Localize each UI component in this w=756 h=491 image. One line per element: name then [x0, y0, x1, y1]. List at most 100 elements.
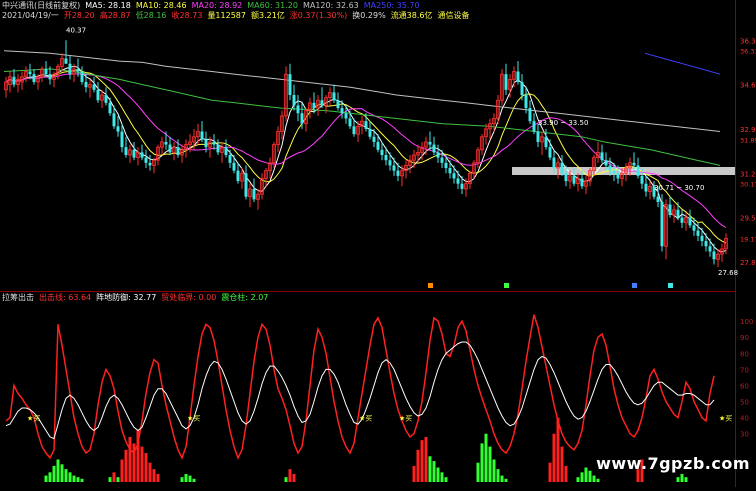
candle-body — [704, 241, 708, 247]
buy-signal-label: ★买 — [359, 415, 372, 423]
green-bar — [496, 469, 500, 482]
candle-body — [80, 71, 84, 82]
candle-body — [552, 157, 556, 169]
candle-body — [432, 144, 436, 153]
ma5-label: MA5: 28.18 — [85, 1, 131, 10]
candle-body — [504, 74, 508, 90]
candle-body — [460, 183, 464, 189]
price-axis-tick: 29.5 — [740, 215, 756, 223]
red-bar — [124, 449, 128, 482]
candle-body — [120, 131, 124, 148]
candle-body — [344, 113, 348, 119]
candle-body — [124, 147, 128, 155]
green-bar — [184, 473, 188, 482]
change-label: 涨0.37(1.30%) — [289, 11, 348, 20]
red-bar — [424, 436, 428, 482]
ma250-line — [644, 52, 721, 75]
low-label: 低28.16 — [135, 11, 167, 20]
green-bar — [60, 464, 64, 482]
candle-body — [448, 168, 452, 174]
red-bar — [416, 449, 420, 482]
candle-body — [660, 201, 664, 247]
green-bar — [676, 477, 680, 482]
candle-body — [332, 92, 336, 101]
candle-body — [680, 217, 684, 223]
event-marker-icon — [428, 283, 433, 288]
candle-body — [348, 118, 352, 127]
candle-body — [456, 178, 460, 184]
candle-body — [612, 170, 616, 174]
red-bar — [112, 472, 116, 482]
candle-body — [164, 141, 168, 145]
ma60-label: MA60: 31.20 — [247, 1, 298, 10]
red-bar — [152, 469, 156, 482]
candle-body — [640, 175, 644, 184]
candle-body — [572, 175, 576, 184]
indicator-axis-tick: 60 — [740, 382, 749, 390]
indicator-axis-tick: 40 — [740, 415, 749, 423]
candle-body — [144, 157, 148, 163]
candle-body — [516, 71, 520, 82]
candle-body — [320, 100, 324, 106]
candle-body — [548, 147, 552, 158]
candle-body — [644, 183, 648, 192]
price-axis-tick: 36.3 — [740, 37, 756, 45]
candle-body — [288, 74, 292, 96]
candle-body — [296, 105, 300, 114]
amount-label: 额3.21亿 — [250, 11, 285, 20]
candle-body — [336, 100, 340, 109]
red-bar — [156, 473, 160, 482]
green-bar — [584, 467, 588, 482]
candle-body — [700, 235, 704, 242]
indicator-axis-tick: 30 — [740, 431, 749, 439]
candle-body — [696, 230, 700, 236]
candle-body — [116, 126, 120, 132]
indicator-line1-label: 出击线: 63.64 — [39, 293, 92, 302]
price-annotation: 40.37 — [66, 26, 86, 34]
green-bar — [432, 461, 436, 482]
event-marker-icon — [632, 283, 637, 288]
green-bar — [192, 478, 196, 482]
ma10-line — [5, 69, 727, 244]
green-bar — [684, 477, 688, 482]
candle-body — [224, 147, 228, 155]
green-bar — [52, 465, 56, 482]
event-marker-icon — [668, 283, 673, 288]
candle-body — [580, 178, 584, 187]
candle-body — [148, 162, 152, 166]
green-bar — [80, 478, 84, 482]
green-bar — [680, 473, 684, 482]
red-bar — [120, 459, 124, 482]
candle-body — [604, 160, 608, 166]
chart-canvas: 40.37 33.90 ~ 33.50 30.71 ~ 30.70 27.68 100… — [0, 0, 756, 487]
green-bar — [476, 462, 480, 482]
candle-body — [692, 225, 696, 231]
event-marker-icon — [504, 283, 509, 288]
candle-body — [200, 131, 204, 140]
price-axis-label: 30.17 — [740, 181, 756, 189]
candle-body — [68, 63, 72, 75]
indicator-line4-label: 震仓柱: 2.07 — [221, 293, 269, 302]
red-bar — [420, 440, 424, 482]
green-bar — [428, 456, 432, 482]
red-bar — [560, 446, 564, 482]
candle-body — [392, 165, 396, 171]
ma120-label: MA120: 32.63 — [302, 1, 359, 10]
candle-body — [452, 173, 456, 179]
green-bar — [492, 459, 496, 482]
candle-body — [292, 95, 296, 106]
candle-body — [440, 157, 444, 163]
candle-body — [528, 108, 532, 122]
candle-body — [368, 128, 372, 137]
green-bar — [284, 477, 288, 482]
indicator-line3-label: 贸处临界: 0.00 — [161, 293, 217, 302]
red-bar — [148, 462, 152, 482]
indicator-name: 拉筹出击 — [2, 293, 34, 302]
green-bar — [48, 472, 52, 482]
green-bar — [488, 446, 492, 482]
green-bar — [592, 475, 596, 482]
stock-chart-svg: 40.37 33.90 ~ 33.50 30.71 ~ 30.70 27.68 100… — [0, 0, 756, 487]
candle-body — [300, 113, 304, 124]
green-bar — [76, 477, 80, 482]
candle-body — [376, 141, 380, 150]
